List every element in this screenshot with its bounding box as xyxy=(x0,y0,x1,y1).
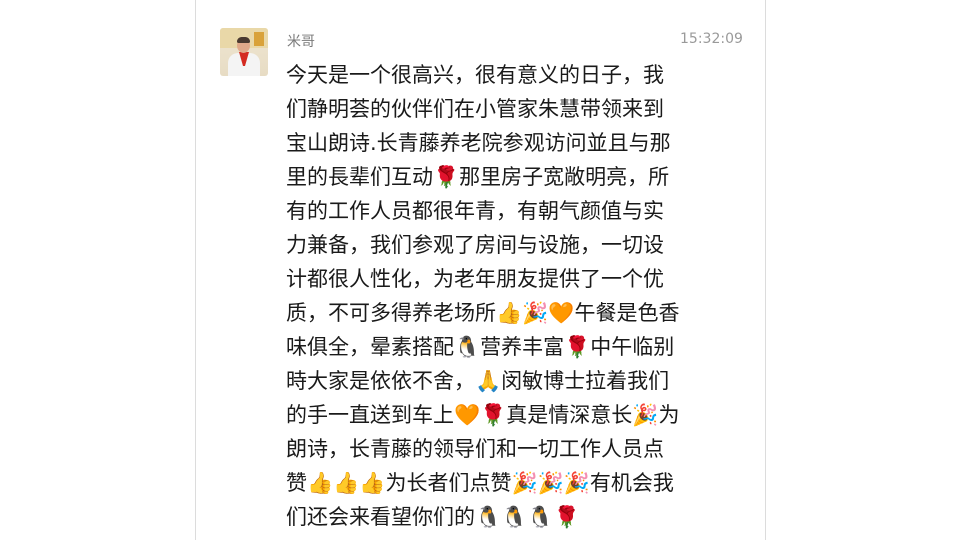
message-timestamp: 15:32:09 xyxy=(680,31,743,47)
message-line: 质，不可多得养老场所👍🎉🧡午餐是色香 xyxy=(286,301,680,325)
message-line: 们静明荟的伙伴们在小管家朱慧带领来到 xyxy=(286,97,664,121)
message-line: 里的長辈们互动🌹那里房子宽敞明亮，所 xyxy=(286,165,670,189)
avatar[interactable] xyxy=(220,28,268,76)
message-line: 宝山朗诗.长青藤养老院参观访问並且与那 xyxy=(286,131,671,155)
message-line: 今天是一个很高兴，很有意义的日子，我 xyxy=(286,63,664,87)
message-line: 力兼备，我们参观了房间与设施，一切设 xyxy=(286,233,664,257)
message-line: 赞👍👍👍为长者们点赞🎉🎉🎉有机会我 xyxy=(286,471,674,495)
message-line: 计都很人性化，为老年朋友提供了一个优 xyxy=(286,267,664,291)
avatar-flag xyxy=(254,32,264,46)
message-line: 的手一直送到车上🧡🌹真是情深意长🎉为 xyxy=(286,403,680,427)
chat-pane-left-border xyxy=(195,0,196,540)
message-line: 有的工作人员都很年青，有朝气颜值与实 xyxy=(286,199,664,223)
message-line: 朗诗，长青藤的领导们和一切工作人员点 xyxy=(286,437,664,461)
chat-pane-right-border xyxy=(765,0,766,540)
sender-name[interactable]: 米哥 xyxy=(287,31,315,51)
message-line: 们还会来看望你们的🐧🐧🐧🌹 xyxy=(286,505,580,529)
message-line: 時大家是依依不舍，🙏闵敏博士拉着我们 xyxy=(286,369,670,393)
message-body[interactable]: 今天是一个很高兴，很有意义的日子，我 们静明荟的伙伴们在小管家朱慧带领来到 宝山… xyxy=(286,58,751,534)
message-line: 味俱全，晕素搭配🐧营养丰富🌹中午临别 xyxy=(286,335,675,359)
avatar-hair xyxy=(237,37,250,43)
